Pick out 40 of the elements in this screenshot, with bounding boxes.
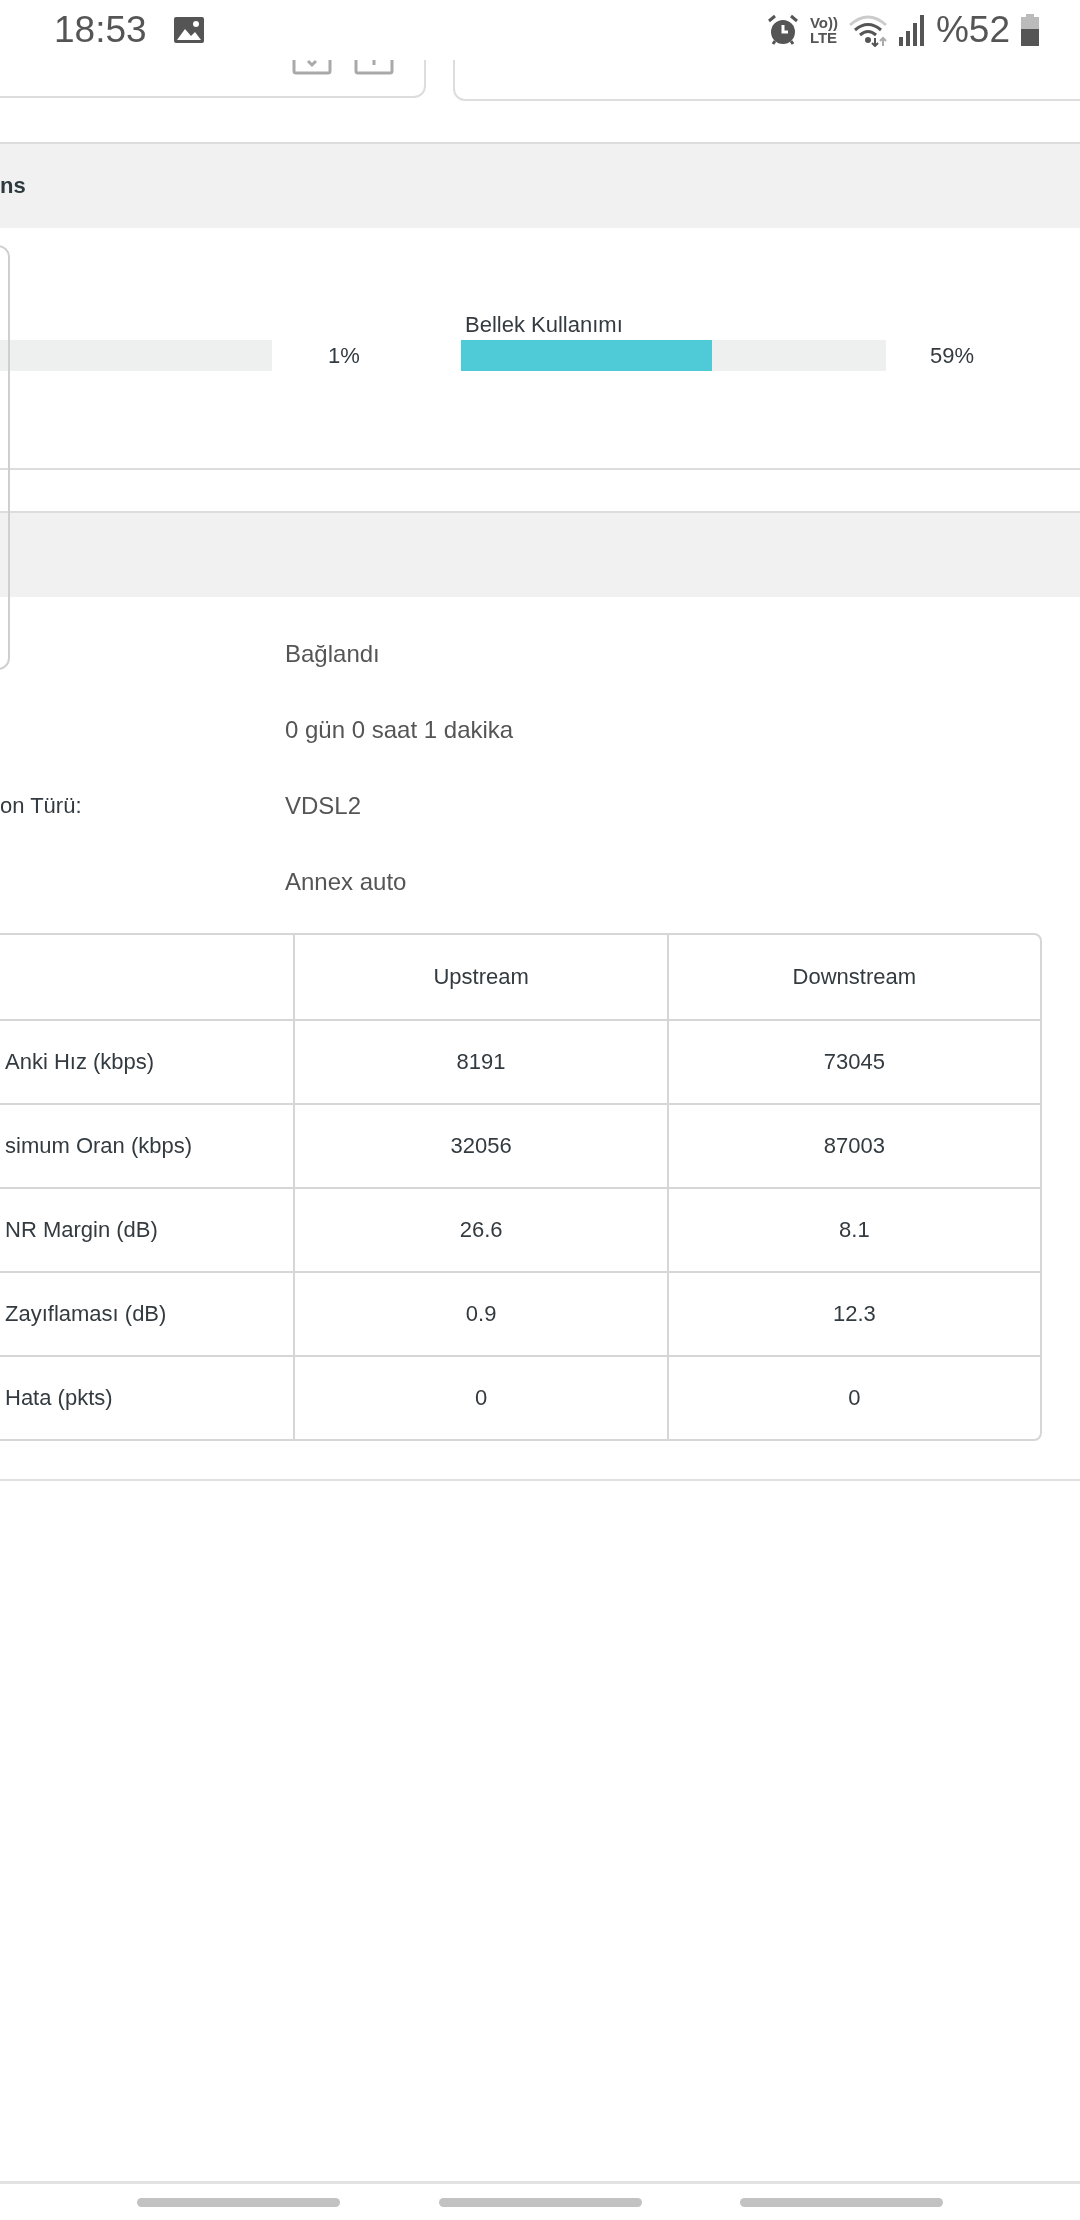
row-label: simum Oran (kbps) (4, 1132, 194, 1160)
alarm-icon (765, 13, 800, 47)
section-title: ns (0, 173, 26, 199)
meter-reading: 59% (930, 342, 975, 369)
battery-icon (1020, 13, 1040, 47)
column-header: Upstream (293, 935, 667, 1019)
table-cell: 8.1 (666, 1189, 1040, 1271)
meter-reading: 1% (328, 342, 361, 369)
tab-handle[interactable] (740, 2197, 943, 2207)
row-label: NR Margin (dB) (4, 1216, 159, 1244)
meter-label: Bellek Kullanımı (464, 312, 624, 339)
table-cell: 0 (666, 1357, 1040, 1439)
clock-time: 18:53 (54, 9, 147, 51)
field-value: Annex auto (285, 868, 407, 896)
table-cell: 0.9 (293, 1273, 667, 1355)
table-cell: 26.6 (293, 1189, 667, 1271)
row-label: Zayıflaması (dB) (4, 1300, 168, 1328)
table-cell: 0 (293, 1357, 667, 1439)
signal-icon (897, 13, 926, 47)
volte-text: Vo)) (809, 15, 838, 30)
field-value: 0 gün 0 saat 1 dakika (285, 716, 514, 744)
row-label: Anki Hız (kbps) (4, 1048, 156, 1076)
table-cell: 32056 (293, 1105, 667, 1187)
tab-handle[interactable] (137, 2197, 340, 2207)
table-cell: 87003 (666, 1105, 1040, 1187)
column-header: Downstream (666, 935, 1040, 1019)
table-cell: 73045 (666, 1021, 1040, 1103)
square-icon (354, 59, 394, 75)
table-cell: 12.3 (666, 1273, 1040, 1355)
square-icon (292, 59, 332, 75)
field-value: Bağlandı (285, 640, 380, 668)
wifi-icon (847, 13, 888, 47)
field-label: on Türü: (0, 793, 83, 819)
battery-percent: %52 (935, 9, 1010, 51)
volte-text: LTE (809, 30, 838, 45)
row-label: Hata (pkts) (4, 1384, 114, 1412)
table-cell: 8191 (293, 1021, 667, 1103)
tab-handle[interactable] (438, 2197, 642, 2207)
field-value: VDSL2 (285, 792, 362, 820)
gallery-icon (172, 16, 205, 44)
